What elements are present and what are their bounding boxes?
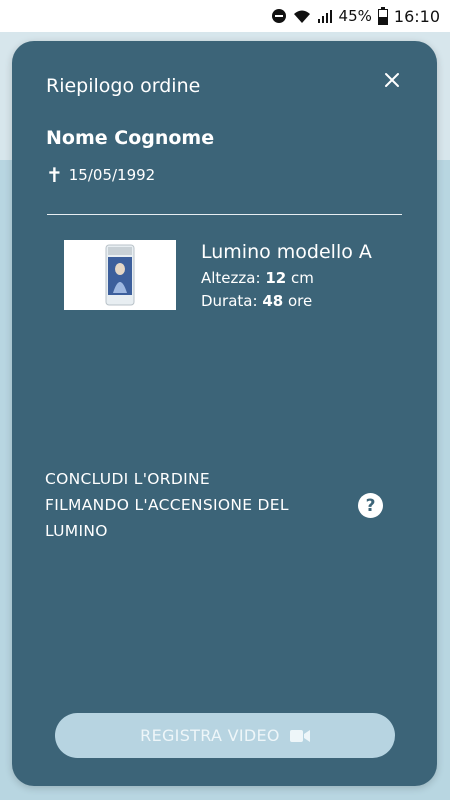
do-not-disturb-icon: [271, 8, 287, 24]
record-video-label: REGISTRA VIDEO: [140, 726, 280, 745]
clock: 16:10: [393, 6, 440, 26]
product-image: [64, 240, 176, 310]
height-label: Altezza:: [201, 269, 261, 287]
duration-unit: ore: [287, 292, 313, 310]
product-height: Altezza: 12 cm: [201, 269, 314, 287]
death-date: 15/05/1992: [68, 166, 156, 184]
candle-image: [105, 244, 135, 306]
customer-name: Nome Cognome: [46, 127, 215, 149]
video-camera-icon: [289, 729, 310, 742]
death-date-row: ✝ 15/05/1992: [46, 165, 155, 185]
help-button[interactable]: ?: [358, 493, 383, 518]
instructions-line-1: CONCLUDI L'ORDINE: [45, 470, 210, 488]
status-bar: 45% 16:10: [0, 0, 450, 32]
record-instructions: CONCLUDI L'ORDINE FILMANDO L'ACCENSIONE …: [45, 466, 345, 544]
close-button[interactable]: [381, 69, 403, 91]
question-mark-icon: ?: [365, 495, 376, 516]
cross-icon: ✝: [46, 163, 63, 187]
record-video-button[interactable]: REGISTRA VIDEO: [55, 713, 395, 758]
height-unit: cm: [290, 269, 314, 287]
battery-percent: 45%: [338, 7, 372, 25]
divider: [47, 214, 402, 215]
product-duration: Durata: 48 ore: [201, 292, 312, 310]
wifi-icon: [293, 8, 311, 24]
dialog-title: Riepilogo ordine: [46, 75, 201, 97]
close-icon: [385, 73, 399, 87]
instructions-line-3: LUMINO: [45, 522, 108, 540]
order-summary-dialog: Riepilogo ordine Nome Cognome ✝ 15/05/19…: [12, 41, 437, 786]
duration-label: Durata:: [201, 292, 258, 310]
duration-value: 48: [262, 292, 284, 310]
battery-icon: [377, 7, 388, 25]
signal-icon: [317, 8, 333, 24]
height-value: 12: [265, 269, 287, 287]
product-name: Lumino modello A: [201, 241, 372, 263]
instructions-line-2: FILMANDO L'ACCENSIONE DEL: [45, 496, 289, 514]
